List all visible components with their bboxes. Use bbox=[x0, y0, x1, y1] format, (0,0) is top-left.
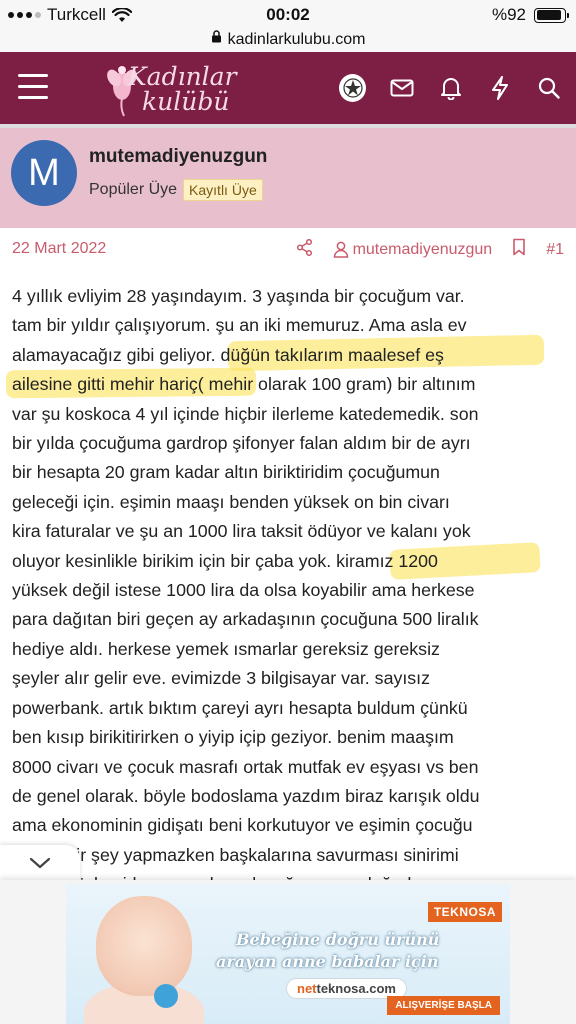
ad-baby-head bbox=[96, 896, 192, 996]
post-text-line: para dağıtan biri geçen ay arkadaşının ç… bbox=[12, 609, 479, 630]
bell-icon[interactable] bbox=[437, 74, 464, 101]
site-header: Kadınlar kulübü bbox=[0, 52, 576, 124]
site-logo[interactable]: Kadınlar kulübü bbox=[102, 58, 242, 118]
status-bar: Turkcell 00:02 %92 bbox=[0, 0, 576, 30]
post-text-line: ama ekonominin gidişatı beni korkutuyor … bbox=[12, 815, 473, 836]
post-author-link[interactable]: mutemadiyenuzgun bbox=[333, 240, 493, 259]
user-title: Popüler Üye bbox=[89, 181, 178, 198]
clock: 00:02 bbox=[266, 5, 310, 24]
user-badge: Kayıtlı Üye bbox=[183, 179, 263, 201]
battery-group: %92 bbox=[491, 5, 569, 25]
user-avatar-icon[interactable] bbox=[339, 73, 366, 102]
post-date[interactable]: 22 Mart 2022 bbox=[12, 240, 106, 258]
post-text-line: oluyor kesinlikle birikim için bir çaba … bbox=[12, 550, 438, 571]
logo-line-2: kulübü bbox=[142, 87, 230, 116]
post-meta: 22 Mart 2022 mutemadiyenuzgun #1 bbox=[0, 228, 576, 270]
bookmark-icon[interactable] bbox=[512, 238, 526, 261]
user-title-row: Popüler Üye Kayıtlı Üye bbox=[89, 179, 263, 201]
post-actions: mutemadiyenuzgun #1 bbox=[296, 238, 564, 261]
post-text-line: bir yılda çocuğuma gardrop şifonyer fala… bbox=[12, 433, 471, 454]
post-text-line: geleceği için. eşimin maaşı benden yükse… bbox=[12, 491, 450, 512]
chevron-down-icon bbox=[29, 857, 51, 869]
battery-percent: %92 bbox=[491, 5, 526, 24]
ad-collapse-button[interactable] bbox=[0, 845, 80, 881]
ad-brand-logo: TEKNOSA bbox=[427, 902, 502, 922]
post-text-line: alamayacağız gibi geliyor. düğün takılar… bbox=[12, 344, 444, 365]
ad-banner[interactable]: TEKNOSA Bebeğine doğru ürünü arayan anne… bbox=[66, 884, 510, 1024]
post-text-line: şeyler alır gelir eve. evimizde 3 bilgis… bbox=[12, 668, 431, 689]
ad-toy bbox=[154, 984, 178, 1008]
post-text-line: bir hesapta 20 gram kadar altın biriktir… bbox=[12, 462, 440, 483]
battery-icon bbox=[534, 7, 569, 23]
avatar[interactable]: M bbox=[11, 140, 77, 206]
lock-icon bbox=[211, 30, 222, 46]
post-text-line: ben kısıp birikitirirken o yiyip içip ge… bbox=[12, 727, 454, 748]
post-text-line: powerbank. artık bıktım çareyi ayrı hesa… bbox=[12, 697, 468, 718]
post-text-line: tam bir yıldır çalışıyorum. şu an iki me… bbox=[12, 315, 467, 336]
user-icon bbox=[333, 241, 348, 258]
ad-headline-2: arayan anne babalar için bbox=[216, 952, 439, 971]
search-icon[interactable] bbox=[535, 74, 562, 101]
logo-text: Kadınlar kulübü bbox=[128, 64, 237, 114]
url-text: kadinlarkulubu.com bbox=[227, 31, 366, 48]
username[interactable]: mutemadiyenuzgun bbox=[89, 146, 267, 168]
ad-banner-strip: TEKNOSA Bebeğine doğru ürünü arayan anne… bbox=[0, 880, 576, 1024]
mail-icon[interactable] bbox=[388, 74, 415, 101]
ad-cta-button[interactable]: ALIŞVERİŞE BAŞLA bbox=[387, 996, 500, 1015]
post-author-name: mutemadiyenuzgun bbox=[352, 240, 493, 258]
post-text-line: kira faturalar ve şu an 1000 lira taksit… bbox=[12, 521, 471, 542]
share-icon[interactable] bbox=[296, 238, 313, 261]
post-number[interactable]: #1 bbox=[546, 241, 564, 259]
post-text-line: için hiçbir şey yapmazken başkalarına sa… bbox=[12, 844, 459, 865]
post-body: 4 yıllık evliyim 28 yaşındayım. 3 yaşınd… bbox=[12, 282, 568, 900]
post-text-line: var şu koskoca 4 yıl içinde hiçbir ilerl… bbox=[12, 403, 479, 424]
header-actions bbox=[339, 73, 562, 102]
address-bar[interactable]: kadinlarkulubu.com bbox=[0, 30, 576, 52]
post-author-block: M mutemadiyenuzgun Popüler Üye Kayıtlı Ü… bbox=[0, 124, 576, 228]
post-text-line: 8000 civarı ve çocuk masrafı ortak mutfa… bbox=[12, 756, 479, 777]
post-text-line: ailesine gitti mehir hariç( mehir olarak… bbox=[12, 374, 476, 395]
ad-headline-1: Bebeğine doğru ürünü bbox=[236, 930, 440, 949]
menu-icon[interactable] bbox=[18, 74, 48, 100]
post-text-line: 4 yıllık evliyim 28 yaşındayım. 3 yaşınd… bbox=[12, 286, 465, 306]
post-text-line: de genel olarak. böyle bodoslama yazdım … bbox=[12, 785, 480, 806]
post-text-line: hediye aldı. herkese yemek ısmarlar gere… bbox=[12, 638, 440, 659]
bolt-icon[interactable] bbox=[486, 74, 513, 101]
post-text-line: yüksek değil istese 1000 lira da olsa ko… bbox=[12, 580, 475, 601]
